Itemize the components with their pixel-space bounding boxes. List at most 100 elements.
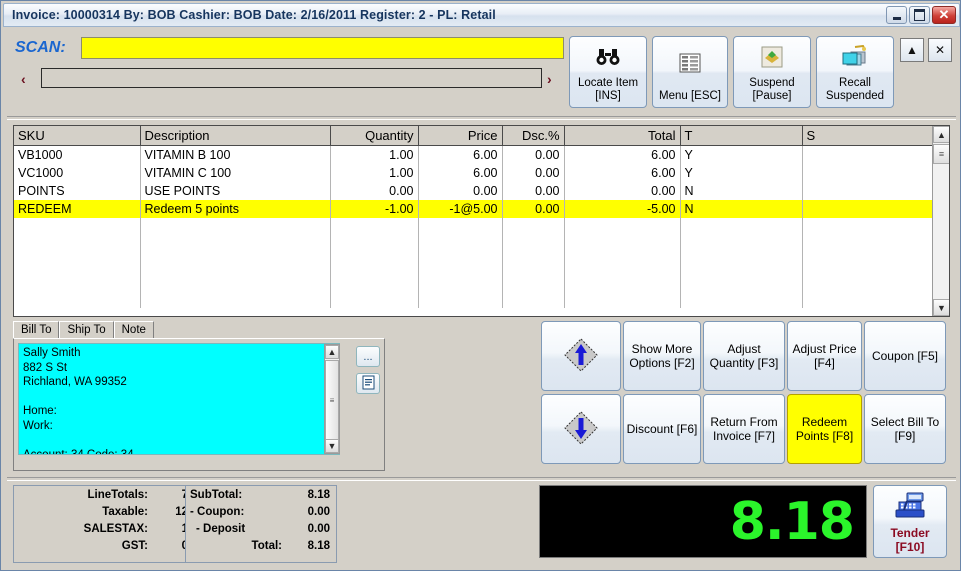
- suspend-label-2: [Pause]: [752, 90, 792, 102]
- total-row: SubTotal: 8.18: [186, 486, 336, 503]
- scrollbar-down-button[interactable]: ▼: [933, 299, 949, 316]
- locate-item-label-1: Locate Item: [577, 77, 639, 89]
- tender-button[interactable]: Tender [F10]: [873, 485, 947, 558]
- table-row[interactable]: VB1000 VITAMIN B 100 1.00 6.00 0.00 6.00…: [14, 145, 934, 164]
- subtotal-value: 8.18: [307, 488, 330, 501]
- table-row[interactable]: POINTS USE POINTS 0.00 0.00 0.00 0.00 N: [14, 182, 934, 200]
- table-row[interactable]: VC1000 VITAMIN C 100 1.00 6.00 0.00 6.00…: [14, 164, 934, 182]
- show-more-options-button[interactable]: Show More Options [F2]: [623, 321, 701, 391]
- thumb-grip-icon: ≡: [938, 149, 945, 159]
- coupon-button[interactable]: Coupon [F5]: [864, 321, 946, 391]
- move-up-button[interactable]: [541, 321, 621, 391]
- locate-item-button[interactable]: Locate Item [INS]: [569, 36, 647, 108]
- invoice-totals-panel: SubTotal: 8.18 - Coupon: 0.00 - Deposit …: [185, 485, 337, 563]
- customer-tabs: Bill To Ship To Note: [13, 321, 385, 338]
- col-header-s[interactable]: S: [802, 126, 934, 146]
- customer-scrollbar-thumb[interactable]: ≡: [325, 360, 339, 440]
- discount-button[interactable]: Discount [F6]: [623, 394, 701, 464]
- recall-label-2: Suspended: [825, 90, 885, 102]
- tab-note-label: Note: [121, 324, 146, 336]
- scan-input[interactable]: [81, 37, 564, 59]
- close-button[interactable]: ✕: [932, 6, 956, 24]
- binoculars-icon: [596, 37, 620, 77]
- coupon-label: Coupon [F5]: [871, 349, 939, 363]
- line-items-grid[interactable]: SKU Description Quantity Price Dsc.% Tot…: [13, 125, 950, 317]
- menu-button[interactable]: Menu [ESC]: [652, 36, 728, 108]
- tab-bill-to[interactable]: Bill To: [13, 321, 60, 338]
- cell-s: [802, 182, 934, 200]
- table-row-selected[interactable]: REDEEM Redeem 5 points -1.00 -1@5.00 0.0…: [14, 200, 934, 218]
- document-icon: [362, 375, 375, 393]
- select-bill-to-label: Select Bill To [F9]: [870, 415, 940, 443]
- move-down-button[interactable]: [541, 394, 621, 464]
- cell-t: N: [680, 200, 803, 218]
- cash-register-icon: [892, 486, 928, 526]
- adjust-price-button[interactable]: Adjust Price [F4]: [787, 321, 862, 391]
- deposit-value: 0.00: [307, 522, 330, 535]
- down-arrow-diamond-icon: [560, 407, 602, 452]
- redeem-points-label: Redeem Points [F8]: [795, 415, 854, 443]
- list-menu-icon: [678, 37, 702, 90]
- grid-vertical-scrollbar[interactable]: ▲ ≡ ▼: [932, 126, 949, 316]
- cell-dsc: 0.00: [502, 164, 565, 182]
- maximize-button[interactable]: [909, 6, 930, 24]
- select-bill-to-button[interactable]: Select Bill To [F9]: [864, 394, 946, 464]
- cell-price: -1@5.00: [418, 200, 503, 218]
- customer-info-scrollbar[interactable]: ▲ ≡ ▼: [324, 344, 340, 454]
- scroll-up-icon: ▲: [327, 347, 337, 357]
- return-from-invoice-button[interactable]: Return From Invoice [F7]: [703, 394, 785, 464]
- col-header-description[interactable]: Description: [140, 126, 331, 146]
- suspend-label-1: Suspend: [749, 77, 795, 89]
- table-row-empty: [14, 236, 934, 254]
- close-panel-button[interactable]: ✕: [928, 38, 952, 62]
- tax-totals-panel: LineTotals: 7.00 Taxable: 12.00 SALESTAX…: [13, 485, 211, 563]
- cell-quantity: 1.00: [330, 164, 419, 182]
- table-row-empty: [14, 254, 934, 272]
- col-header-price[interactable]: Price: [418, 126, 503, 146]
- thumb-grip-icon: ≡: [329, 395, 335, 405]
- window-title: Invoice: 10000314 By: BOB Cashier: BOB D…: [12, 8, 496, 22]
- collapse-panel-button[interactable]: ▲: [900, 38, 924, 62]
- cell-sku: VB1000: [14, 145, 141, 164]
- redeem-points-button[interactable]: Redeem Points [F8]: [787, 394, 862, 464]
- cell-price: 0.00: [418, 182, 503, 200]
- tab-ship-to[interactable]: Ship To: [59, 321, 114, 338]
- suspend-button[interactable]: Suspend [Pause]: [733, 36, 811, 108]
- col-header-total[interactable]: Total: [564, 126, 681, 146]
- total-row: Taxable: 12.00: [14, 503, 210, 520]
- scrollbar-up-button[interactable]: ▲: [933, 126, 949, 143]
- cell-s: [802, 164, 934, 182]
- adjust-quantity-button[interactable]: Adjust Quantity [F3]: [703, 321, 785, 391]
- customer-scroll-up-button[interactable]: ▲: [325, 345, 339, 359]
- next-item-arrow-icon[interactable]: ›: [547, 71, 552, 87]
- scrollbar-thumb[interactable]: ≡: [933, 144, 949, 164]
- show-more-options-label: Show More Options [F2]: [629, 342, 695, 370]
- cell-sku: REDEEM: [14, 200, 141, 218]
- col-header-t[interactable]: T: [680, 126, 803, 146]
- table-row-empty: [14, 218, 934, 236]
- customer-scroll-down-button[interactable]: ▼: [325, 439, 339, 453]
- customer-info-text[interactable]: Sally Smith 882 S St Richland, WA 99352 …: [18, 343, 340, 455]
- salestax-label: SALESTAX:: [83, 522, 148, 535]
- minimize-button[interactable]: [886, 6, 907, 24]
- deposit-label: - Deposit: [196, 522, 246, 535]
- customer-panel: Bill To Ship To Note Sally Smith 882 S S…: [13, 321, 385, 473]
- col-header-sku[interactable]: SKU: [14, 126, 141, 146]
- cell-dsc: 0.00: [502, 145, 565, 164]
- line-totals-label: LineTotals:: [87, 488, 148, 501]
- window-controls: ✕: [886, 6, 956, 24]
- description-input[interactable]: [41, 68, 542, 88]
- col-header-quantity[interactable]: Quantity: [330, 126, 419, 146]
- recall-suspended-button[interactable]: Recall Suspended: [816, 36, 894, 108]
- tab-note[interactable]: Note: [113, 321, 154, 338]
- cell-total: 6.00: [564, 145, 681, 164]
- title-bar: Invoice: 10000314 By: BOB Cashier: BOB D…: [3, 3, 960, 27]
- customer-document-button[interactable]: [356, 373, 380, 394]
- table-row-empty: [14, 290, 934, 308]
- separator-top: [7, 116, 956, 120]
- prev-item-arrow-icon[interactable]: ‹: [21, 71, 26, 87]
- browse-customer-button[interactable]: ...: [356, 346, 380, 367]
- col-header-dsc[interactable]: Dsc.%: [502, 126, 565, 146]
- table-row-empty: [14, 272, 934, 290]
- total-row: GST: 0.00: [14, 537, 210, 554]
